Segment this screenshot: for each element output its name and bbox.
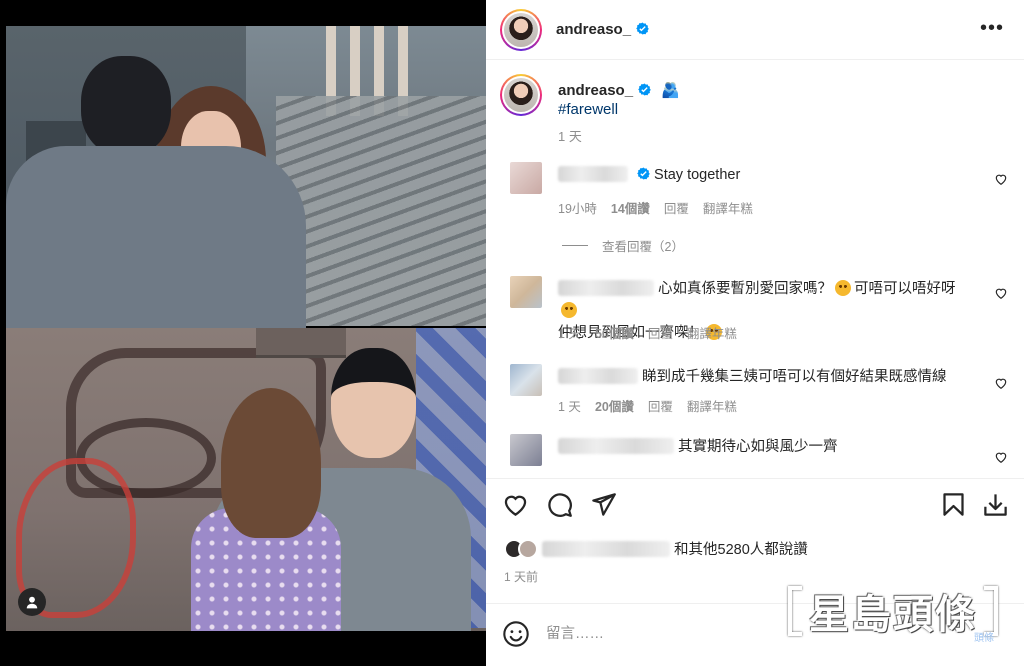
blurred-username [542, 540, 670, 557]
share-icon[interactable] [590, 491, 617, 518]
hashtag-link[interactable]: #farewell [558, 101, 618, 118]
likes-text: 和其他5280人都說讚 [674, 542, 808, 558]
photo-collage[interactable] [6, 26, 486, 631]
heart-icon[interactable] [994, 172, 1008, 186]
caption-timestamp: 1 天 [558, 129, 582, 144]
comment-text-part-2: 可唔可以唔好呀 [854, 281, 956, 297]
post-side-panel: andreaso_ ••• andreaso_ 🫂 #farewell 1 天 … [486, 0, 1024, 666]
avatar[interactable] [510, 276, 542, 308]
photo-top-hug-stairs [6, 26, 486, 336]
blurred-username [558, 438, 674, 454]
heart-icon[interactable] [994, 376, 1008, 390]
verified-badge-icon [637, 167, 650, 180]
avatar[interactable] [510, 364, 542, 396]
blurred-username [558, 280, 654, 296]
caption-username[interactable]: andreaso_ [558, 82, 633, 99]
post-timestamp: 1 天前 [504, 570, 539, 584]
blurred-username [558, 166, 628, 182]
comment-likes[interactable]: 14個讚 [611, 198, 650, 217]
comment-time: 1 天 [558, 327, 581, 341]
comment-likes[interactable]: 50個讚 [595, 323, 634, 342]
likes-summary[interactable]: 和其他5280人都說讚 [504, 538, 808, 559]
comment-text: 睇到成千幾集三姨可唔可以有個好結果既感情線 [642, 369, 947, 385]
post-media [0, 0, 486, 666]
sad-emoji-icon [561, 302, 577, 318]
translate-button[interactable]: 翻譯年糕 [687, 396, 737, 415]
avatar[interactable] [510, 434, 542, 466]
comment-time: 19小時 [558, 202, 597, 216]
translate-button[interactable]: 翻譯年糕 [703, 198, 753, 217]
more-options-icon[interactable]: ••• [980, 18, 1004, 38]
emoji-icon[interactable] [502, 620, 530, 648]
username[interactable]: andreaso_ [556, 21, 649, 38]
sad-emoji-icon [835, 280, 851, 296]
caption-text: 🫂 [661, 82, 680, 99]
reply-button[interactable]: 回覆 [664, 198, 689, 217]
comments-list[interactable]: Stay together 19小時 14個讚 回覆 翻譯年糕 查看回覆（2） … [486, 148, 1024, 478]
download-icon[interactable] [982, 491, 1009, 518]
translate-button[interactable]: 翻譯年糕 [687, 323, 737, 342]
avatar[interactable] [500, 8, 542, 51]
heart-icon[interactable] [994, 450, 1008, 464]
comment-text-part-1: 心如真係要暫別愛回家嗎？ [658, 281, 832, 297]
bookmark-icon[interactable] [940, 491, 967, 518]
avatar[interactable] [510, 162, 542, 194]
avatar [518, 538, 538, 559]
reply-button[interactable]: 回覆 [648, 396, 673, 415]
post-header: andreaso_ ••• [486, 0, 1024, 60]
verified-badge-icon [638, 83, 651, 96]
avatar[interactable] [500, 74, 542, 116]
user-tag-icon[interactable] [18, 588, 46, 616]
photo-bottom-hug-graffiti [6, 328, 486, 631]
heart-icon[interactable] [502, 491, 529, 518]
comment-icon[interactable] [546, 491, 573, 518]
blurred-username [558, 368, 638, 384]
comment-text: Stay together [654, 167, 741, 183]
verified-badge-icon [636, 22, 649, 35]
view-replies-button[interactable]: 查看回覆（2） [562, 236, 684, 255]
reply-button[interactable]: 回覆 [648, 323, 673, 342]
comment-time: 1 天 [558, 400, 581, 414]
heart-icon[interactable] [994, 286, 1008, 300]
watermark-logo: 星島頭條 頭條 [788, 584, 998, 644]
comment-text: 其實期待心如與風少一齊 [678, 439, 838, 455]
comment-likes[interactable]: 20個讚 [595, 396, 634, 415]
